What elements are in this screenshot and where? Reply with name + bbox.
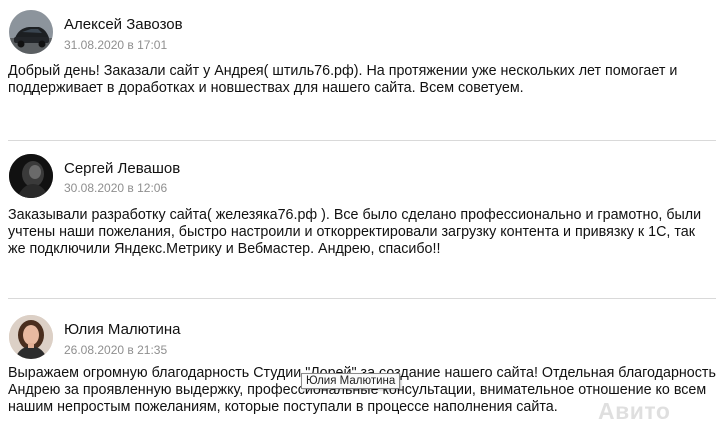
watermark: Авито <box>598 398 671 424</box>
review-date: 31.08.2020 в 17:01 <box>64 38 168 52</box>
review-date: 30.08.2020 в 12:06 <box>64 181 168 195</box>
avatar[interactable] <box>9 154 53 198</box>
avatar[interactable] <box>9 10 53 54</box>
review-text: Заказывали разработку сайта( железяка76.… <box>8 207 702 257</box>
tooltip: Юлия Малютина <box>301 373 401 389</box>
review-text: Добрый день! Заказали сайт у Андрея( шти… <box>8 63 678 96</box>
divider <box>8 140 716 141</box>
divider <box>8 298 716 299</box>
review-date: 26.08.2020 в 21:35 <box>64 343 168 357</box>
avatar[interactable] <box>9 315 53 359</box>
author-name[interactable]: Сергей Левашов <box>64 160 180 177</box>
author-name[interactable]: Юлия Малютина <box>64 321 180 338</box>
author-name[interactable]: Алексей Завозов <box>64 16 183 33</box>
